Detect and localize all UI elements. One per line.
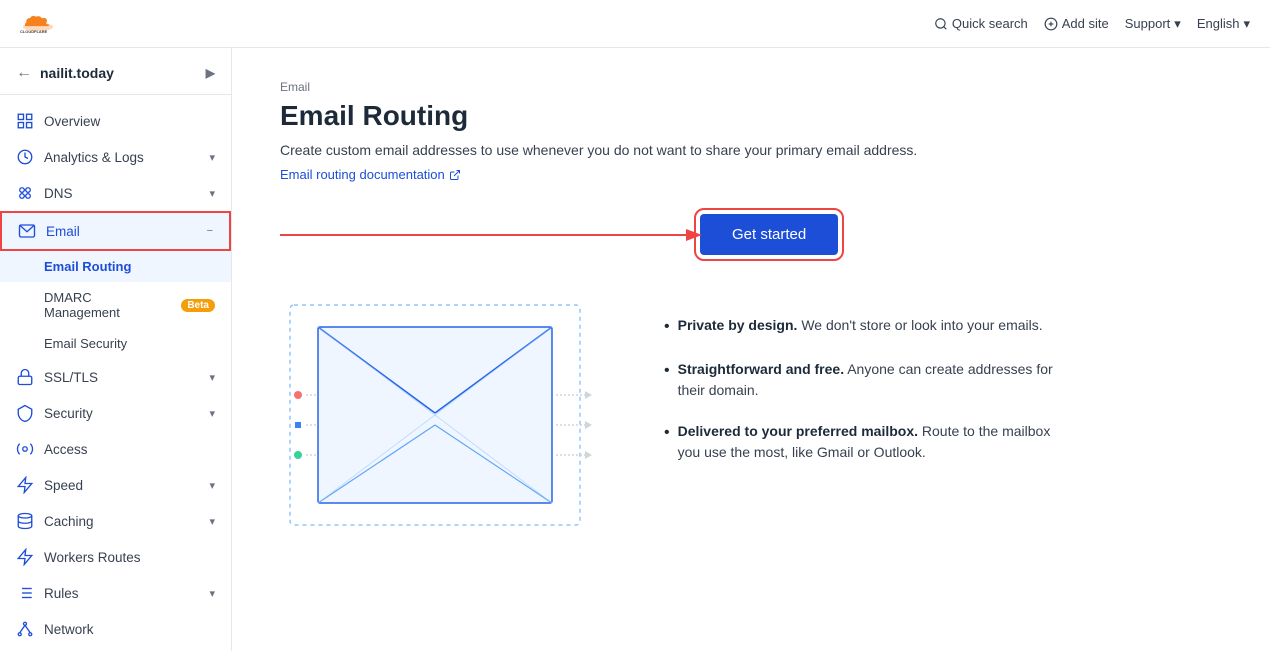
chevron-down-icon: ▾ [209,587,215,600]
feature-item-free: Straightforward and free. Anyone can cre… [664,359,1064,401]
sidebar-item-email[interactable]: Email − [0,211,231,251]
logo[interactable]: CLOUDFLARE [20,12,56,36]
chevron-down-icon: ▾ [209,515,215,528]
back-arrow-icon: ← [16,64,32,82]
sidebar-item-dns[interactable]: DNS ▾ [0,175,231,211]
beta-badge: Beta [181,299,215,312]
sidebar: ← nailit.today ▶ Overview Analytics & Lo… [0,48,232,651]
sidebar-item-access[interactable]: Access [0,431,231,467]
chevron-down-icon: ▾ [209,479,215,492]
sidebar-item-caching[interactable]: Caching ▾ [0,503,231,539]
language-selector[interactable]: English ▾ [1197,16,1250,32]
feature-item-mailbox: Delivered to your preferred mailbox. Rou… [664,421,1064,463]
chevron-down-icon: ▾ [209,371,215,384]
get-started-button[interactable]: Get started [700,214,838,255]
email-submenu: Email Routing DMARC Management Beta Emai… [0,251,231,359]
sidebar-item-rules[interactable]: Rules ▾ [0,575,231,611]
quick-search-button[interactable]: Quick search [934,16,1028,31]
chevron-down-icon: ▾ [209,187,215,200]
add-site-button[interactable]: Add site [1044,16,1109,31]
annotation-arrow [280,215,710,255]
sidebar-item-analytics[interactable]: Analytics & Logs ▾ [0,139,231,175]
sidebar-item-email-security[interactable]: Email Security [0,328,231,359]
forward-arrow-icon: ▶ [206,66,215,80]
chevron-down-icon: ▾ [1174,16,1181,32]
page-description: Create custom email addresses to use whe… [280,142,960,158]
top-navigation: CLOUDFLARE Quick search Add site Support… [0,0,1270,48]
sidebar-item-network[interactable]: Network [0,611,231,647]
doc-link[interactable]: Email routing documentation [280,167,461,182]
sidebar-item-workers-routes[interactable]: Workers Routes [0,539,231,575]
features-list: Private by design. We don't store or loo… [664,295,1222,483]
features-section: Private by design. We don't store or loo… [280,295,1222,538]
domain-selector[interactable]: ← nailit.today ▶ [0,56,231,95]
chevron-down-icon: ▾ [1243,16,1250,32]
support-menu[interactable]: Support ▾ [1125,16,1181,32]
chevron-down-icon: ▾ [209,407,215,420]
email-illustration [280,295,600,538]
sidebar-item-dmarc[interactable]: DMARC Management Beta [0,282,231,328]
sidebar-item-ssl[interactable]: SSL/TLS ▾ [0,359,231,395]
page-title: Email Routing [280,100,1222,132]
sidebar-item-security[interactable]: Security ▾ [0,395,231,431]
feature-item-private: Private by design. We don't store or loo… [664,315,1064,339]
sidebar-item-overview[interactable]: Overview [0,103,231,139]
main-content: Email Email Routing Create custom email … [232,48,1270,651]
chevron-up-icon: − [207,225,213,237]
sidebar-item-speed[interactable]: Speed ▾ [0,467,231,503]
get-started-section: Get started [280,214,1222,255]
sidebar-item-email-routing[interactable]: Email Routing [0,251,231,282]
svg-text:CLOUDFLARE: CLOUDFLARE [20,29,48,34]
chevron-down-icon: ▾ [209,151,215,164]
breadcrumb: Email [280,80,1222,94]
